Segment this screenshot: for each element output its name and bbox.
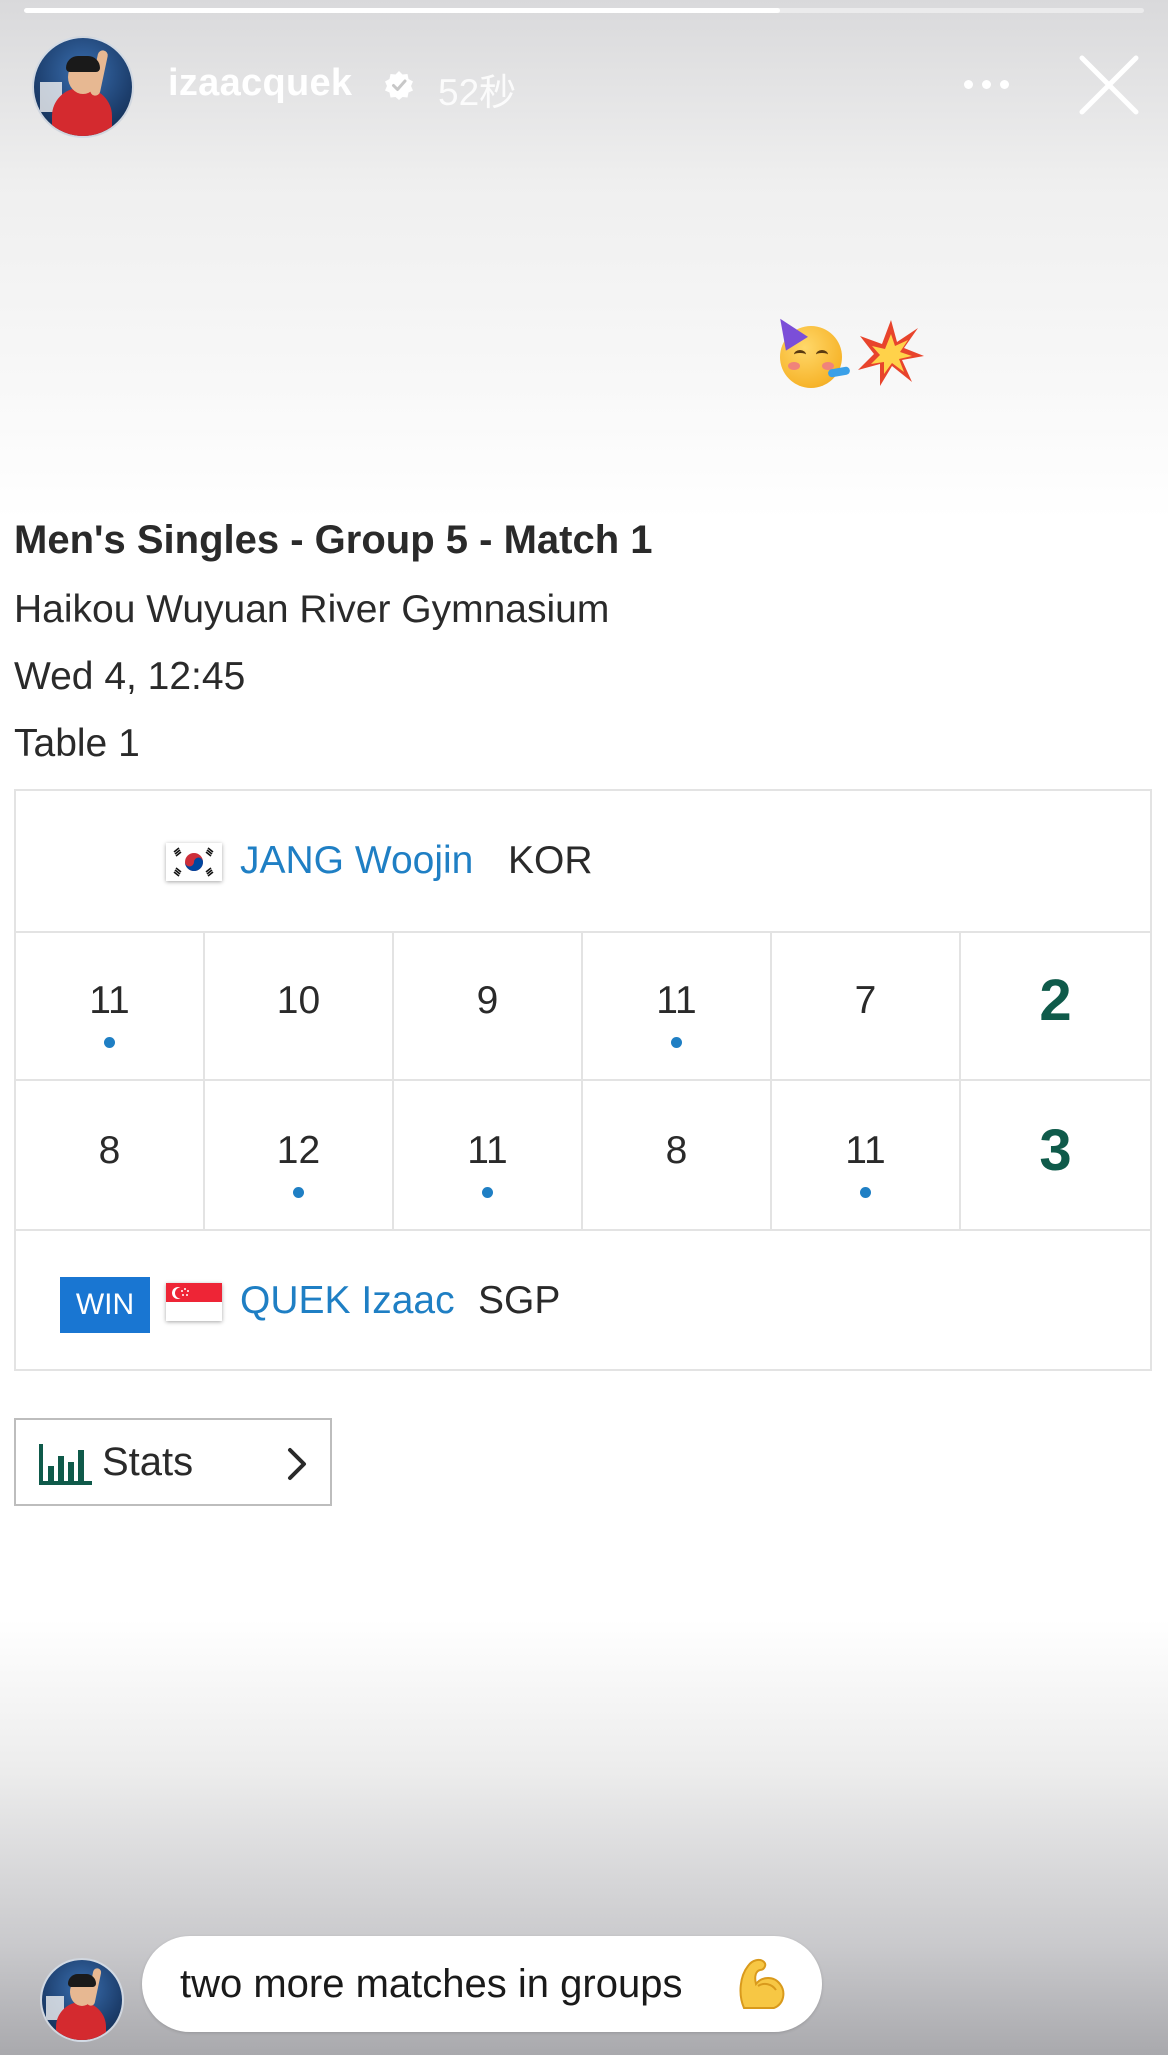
story-header: izaacquek 52秒 [0, 34, 1168, 138]
partying-face-icon [770, 311, 851, 390]
top-game-5: 7 [772, 931, 961, 1079]
player-country-bottom: SGP [478, 1279, 561, 1322]
game-won-dot [482, 1187, 493, 1198]
player-row-bottom: WIN QUEK Izaac SGP [16, 1231, 1150, 1371]
bar-chart-icon [39, 1444, 92, 1485]
game-points: 11 [89, 979, 130, 1022]
reply-avatar[interactable] [40, 1958, 124, 2042]
stats-button[interactable]: Stats [14, 1418, 332, 1506]
game-points: 12 [276, 1129, 321, 1172]
score-row-bottom: 8 12 11 8 11 3 [16, 1081, 1150, 1231]
singapore-flag-icon [166, 1283, 222, 1321]
score-row-top: 11 10 9 11 7 2 [16, 931, 1150, 1081]
player-row-top: JANG Woojin KOR [16, 791, 1150, 933]
score-grid: 11 10 9 11 7 2 8 12 11 8 11 3 [16, 931, 1150, 1231]
match-table: Table 1 [14, 722, 140, 765]
reply-bubble[interactable]: two more matches in groups [142, 1936, 822, 2032]
post-time: 52秒 [438, 72, 517, 113]
game-points: 11 [656, 979, 697, 1022]
game-points: 8 [665, 1129, 688, 1172]
story-progress-bar [24, 8, 1144, 13]
player-name-top[interactable]: JANG Woojin [240, 839, 473, 883]
match-datetime: Wed 4, 12:45 [14, 655, 246, 698]
bottom-game-5: 11 [772, 1081, 961, 1229]
top-game-1: 11 [16, 931, 205, 1079]
top-game-4: 11 [583, 931, 772, 1079]
profile-avatar[interactable] [32, 36, 134, 138]
stats-label: Stats [102, 1440, 194, 1484]
flexed-biceps-icon [739, 1958, 785, 2009]
game-won-dot [293, 1187, 304, 1198]
south-korea-flag-icon [166, 843, 222, 881]
match-venue: Haikou Wuyuan River Gymnasium [14, 588, 610, 631]
top-games-total: 2 [961, 931, 1150, 1079]
chevron-right-icon [288, 1448, 306, 1480]
game-points: 7 [854, 979, 877, 1022]
verified-badge-icon [385, 71, 413, 100]
story-progress-fill [24, 8, 780, 13]
bottom-game-4: 8 [583, 1081, 772, 1229]
bottom-game-3: 11 [394, 1081, 583, 1229]
reply-text: two more matches in groups [180, 1962, 683, 2006]
bottom-game-2: 12 [205, 1081, 394, 1229]
game-points: 11 [845, 1129, 886, 1172]
more-options-button[interactable] [960, 64, 1014, 104]
game-won-dot [671, 1037, 682, 1048]
game-points: 8 [98, 1129, 121, 1172]
player-name-bottom[interactable]: QUEK Izaac [240, 1279, 455, 1323]
top-game-2: 10 [205, 931, 394, 1079]
game-won-dot [860, 1187, 871, 1198]
game-points: 11 [467, 1129, 508, 1172]
game-won-dot [104, 1037, 115, 1048]
collision-icon [858, 320, 924, 386]
score-card: JANG Woojin KOR 11 10 9 11 7 2 8 12 11 8 11 3 WIN … [14, 789, 1152, 1371]
game-points: 10 [276, 979, 321, 1022]
game-points: 9 [476, 979, 499, 1022]
top-game-3: 9 [394, 931, 583, 1079]
player-country-top: KOR [508, 839, 593, 882]
total-games: 2 [1039, 968, 1072, 1033]
emoji-sticker [770, 311, 926, 390]
match-title: Men's Singles - Group 5 - Match 1 [14, 518, 653, 562]
total-games: 3 [1039, 1118, 1072, 1183]
win-badge: WIN [60, 1277, 150, 1333]
bottom-games-total: 3 [961, 1081, 1150, 1229]
bottom-game-1: 8 [16, 1081, 205, 1229]
close-icon[interactable] [1078, 54, 1140, 116]
username[interactable]: izaacquek [168, 62, 352, 105]
